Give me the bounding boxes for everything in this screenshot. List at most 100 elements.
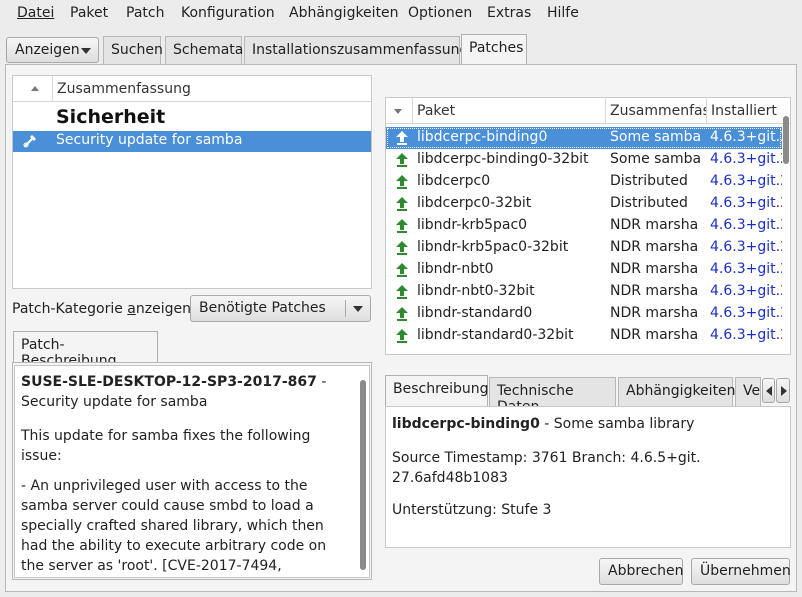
cancel-button[interactable]: Abbrechen: [599, 558, 683, 585]
package-installed-version[interactable]: 4.6.3+git.2: [710, 283, 782, 299]
table-row[interactable]: libndr-standard0 NDR marsha 4.6.3+git.2: [386, 303, 782, 325]
patch-list-item-label: Security update for samba: [56, 132, 243, 148]
table-row[interactable]: libdcerpc-binding0-32bit Some samba 4.6.3+…: [386, 149, 782, 171]
update-arrow-icon: [396, 241, 408, 255]
package-name: libndr-nbt0-32bit: [417, 283, 535, 299]
view-dropdown-button[interactable]: Anzeigen: [6, 37, 99, 63]
menu-konfiguration[interactable]: Konfiguration: [181, 5, 275, 21]
tab-suchen[interactable]: Suchen: [103, 36, 163, 64]
menu-datei[interactable]: Datei: [17, 5, 54, 21]
update-arrow-icon: [396, 329, 408, 343]
package-installed-version[interactable]: 4.6.3+git.2: [710, 327, 782, 343]
package-summary: NDR marsha: [610, 261, 699, 277]
package-installed-version[interactable]: 4.6.3+git.2: [710, 239, 782, 255]
dropdown-arrow-icon: [353, 306, 363, 312]
update-arrow-icon: [396, 219, 408, 233]
table-row[interactable]: libndr-krb5pac0-32bit NDR marsha 4.6.3+git…: [386, 237, 782, 259]
tab-scroll-right-button[interactable]: [776, 378, 790, 403]
update-arrow-icon: [396, 285, 408, 299]
package-name: libndr-nbt0: [417, 261, 494, 277]
package-name: libndr-standard0: [417, 305, 533, 321]
update-arrow-icon: [396, 153, 408, 167]
package-summary: NDR marsha: [610, 239, 699, 255]
arrow-right-icon: [781, 386, 787, 396]
table-row[interactable]: libndr-standard0-32bit NDR marsha 4.6.3+gi…: [386, 325, 782, 347]
select-divider: [345, 300, 346, 317]
patch-list[interactable]: Zusammenfassung Sicherheit Security upda…: [12, 75, 372, 289]
package-name: libdcerpc0-32bit: [417, 195, 532, 211]
package-installed-version[interactable]: 4.6.3+git.2: [710, 261, 782, 277]
tab-beschreibung[interactable]: Beschreibung: [385, 375, 489, 407]
package-installed-version[interactable]: 4.6.3+git.2: [710, 305, 782, 321]
table-row[interactable]: libndr-nbt0 NDR marsha 4.6.3+git.2: [386, 259, 782, 281]
description-paragraph: This update for samba fixes the followin…: [21, 428, 311, 464]
tab-schemata-label: Schemata: [173, 42, 244, 58]
tab-patch-beschreibung[interactable]: Patch-Beschreibung: [13, 331, 158, 369]
menu-paket[interactable]: Paket: [70, 5, 108, 21]
package-summary: NDR marsha: [610, 217, 699, 233]
tab-abhaengigkeiten[interactable]: Abhängigkeiten: [618, 377, 736, 407]
sort-column-header[interactable]: [386, 98, 413, 124]
installed-column-header[interactable]: Installiert: [707, 98, 790, 124]
package-installed-version[interactable]: 4.6.3+git.2: [710, 195, 782, 211]
patch-category-value: Benötigte Patches: [199, 300, 326, 316]
patch-category-label: Patch-Kategorie anzeigen:: [12, 301, 196, 317]
tab-schemata[interactable]: Schemata: [165, 36, 244, 64]
package-name: libdcerpc-binding0-32bit: [417, 151, 589, 167]
tab-beschreibung-label: Beschreibung: [393, 381, 489, 397]
details-text: libdcerpc-binding0 - Some samba library …: [392, 414, 782, 520]
package-table-vscrollbar[interactable]: [783, 116, 789, 164]
details-source-line: Source Timestamp: 3761 Branch: 4.6.5+git…: [392, 450, 701, 466]
summary-column-header[interactable]: Zusammenfassung: [53, 76, 371, 102]
patch-category-select[interactable]: Benötigte Patches: [190, 295, 371, 322]
patch-group-label: Sicherheit: [56, 106, 166, 128]
menu-abhaengigkeiten[interactable]: Abhängigkeiten: [289, 5, 399, 21]
menu-hilfe[interactable]: Hilfe: [547, 5, 579, 21]
package-installed-version[interactable]: 4.6.3+git.2: [710, 173, 782, 189]
dropdown-arrow-icon: [81, 48, 91, 54]
focus-outline: [387, 128, 781, 148]
description-scrollbar[interactable]: [360, 380, 366, 570]
package-installed-version[interactable]: 4.6.3+git.2: [710, 217, 782, 233]
tab-scroll-left-button[interactable]: [762, 378, 775, 403]
tab-patches[interactable]: Patches: [461, 34, 527, 64]
details-panel[interactable]: libdcerpc-binding0 - Some samba library …: [385, 406, 791, 548]
patch-list-header: Zusammenfassung: [13, 76, 371, 102]
sort-column-header[interactable]: [13, 76, 53, 102]
details-package-summary: - Some samba library: [539, 416, 695, 432]
package-installed-version[interactable]: 4.6.3+git.2: [710, 151, 782, 167]
menu-optionen[interactable]: Optionen: [408, 5, 472, 21]
tab-patches-label: Patches: [469, 40, 524, 56]
package-summary: Distributed: [610, 173, 688, 189]
tab-install-label: Installationszusammenfassung: [252, 42, 469, 58]
table-row[interactable]: libdcerpc0-32bit Distributed 4.6.3+git.2: [386, 193, 782, 215]
patch-list-item[interactable]: Security update for samba: [13, 131, 371, 152]
accept-button[interactable]: Übernehmen: [691, 558, 791, 585]
arrow-left-icon: [766, 386, 772, 396]
tab-versionen[interactable]: Ve: [735, 377, 761, 407]
table-row[interactable]: libdcerpc-binding0 Some samba 4.6.3+git.2: [386, 127, 782, 149]
tab-abhaengigkeiten-label: Abhängigkeiten: [626, 383, 736, 399]
sort-down-icon: [394, 109, 402, 114]
update-arrow-icon: [396, 307, 408, 321]
details-support: Unterstützung: Stufe 3: [392, 502, 552, 518]
package-summary: Distributed: [610, 195, 688, 211]
tab-technische-daten[interactable]: Technische Daten: [489, 377, 616, 415]
patch-id: SUSE-SLE-DESKTOP-12-SP3-2017-867: [21, 374, 317, 390]
menu-patch[interactable]: Patch: [126, 5, 164, 21]
summary-column-header[interactable]: Zusammenfas: [606, 98, 707, 124]
package-column-header[interactable]: Paket: [413, 98, 606, 124]
table-row[interactable]: libndr-nbt0-32bit NDR marsha 4.6.3+git.2: [386, 281, 782, 303]
package-summary: Some samba: [610, 151, 702, 167]
package-summary: NDR marsha: [610, 305, 699, 321]
tab-installationszusammenfassung[interactable]: Installationszusammenfassung: [244, 36, 468, 64]
package-table[interactable]: Paket Zusammenfas Installiert libdcerpc-…: [385, 97, 791, 355]
table-row[interactable]: libdcerpc0 Distributed 4.6.3+git.2: [386, 171, 782, 193]
package-summary: NDR marsha: [610, 283, 699, 299]
menu-extras[interactable]: Extras: [487, 5, 531, 21]
patch-description-panel[interactable]: SUSE-SLE-DESKTOP-12-SP3-2017-867 - Secur…: [14, 365, 370, 578]
package-table-header: Paket Zusammenfas Installiert: [386, 98, 790, 124]
table-row[interactable]: libndr-krb5pac0 NDR marsha 4.6.3+git.2: [386, 215, 782, 237]
update-arrow-icon: [396, 263, 408, 277]
package-name: libndr-standard0-32bit: [417, 327, 574, 343]
